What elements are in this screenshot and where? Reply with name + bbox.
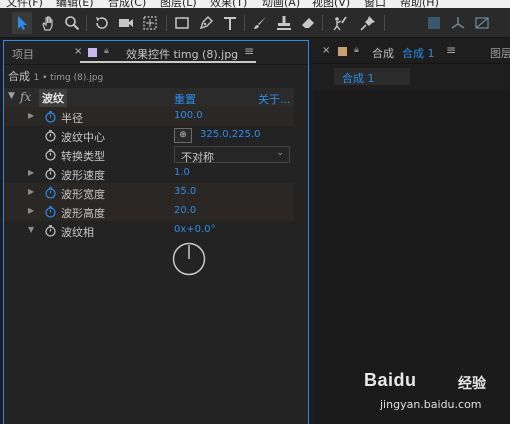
lock-icon[interactable]: 🔒︎	[354, 45, 359, 55]
effects-empty-area	[4, 279, 294, 424]
baidu-watermark: Bai⁠du 经验 jingyan.baidu.com	[360, 368, 510, 418]
menu-edit[interactable]: 编辑(E)	[56, 0, 94, 8]
menu-help[interactable]: 帮助(H)	[400, 0, 439, 8]
watermark-url: jingyan.baidu.com	[380, 398, 482, 411]
breadcrumb-comp: 合成	[8, 70, 30, 83]
toolbar	[0, 8, 510, 38]
expand-arrow-icon[interactable]: ▶	[28, 111, 34, 120]
menu-composition[interactable]: 合成(C)	[108, 0, 146, 8]
expand-arrow-icon[interactable]: ▶	[28, 168, 34, 177]
active-tab-indicator	[80, 61, 256, 63]
rotate-tool-icon[interactable]	[92, 12, 112, 34]
property-row-wave-width: ▶ 波形宽度 35.0	[4, 183, 294, 202]
stopwatch-icon[interactable]	[44, 129, 57, 142]
comp-chip[interactable]: 合成 1	[334, 68, 410, 85]
reset-link[interactable]: 重置	[174, 91, 196, 107]
panel-menu-icon[interactable]: ≡	[446, 43, 456, 57]
breadcrumb-layer: 1 • timg (8).jpg	[33, 73, 104, 83]
property-label: 半径	[61, 112, 83, 125]
property-value[interactable]: 325.0,225.0	[200, 129, 260, 140]
pen-tool-icon[interactable]	[196, 12, 216, 34]
crosshair-icon[interactable]: ⊕	[174, 128, 192, 143]
selection-tool-icon[interactable]	[12, 12, 32, 34]
menu-effect[interactable]: 效果(T)	[210, 0, 247, 8]
select-value: 不对称	[181, 151, 214, 164]
pan-behind-tool-icon[interactable]	[140, 12, 160, 34]
baidu-logo: Bai⁠du	[364, 370, 417, 390]
expand-arrow-icon[interactable]: ▶	[28, 187, 34, 196]
property-label: 波形宽度	[61, 188, 105, 201]
clone-stamp-tool-icon[interactable]	[274, 12, 294, 34]
menu-bar: 文件(F) 编辑(E) 合成(C) 图层(L) 效果(T) 动画(A) 视图(V…	[0, 0, 510, 8]
property-value[interactable]: 35.0	[174, 186, 196, 197]
property-value[interactable]: 100.0	[174, 110, 203, 121]
property-label: 波纹相	[61, 226, 94, 239]
hand-tool-icon[interactable]	[38, 12, 58, 34]
lock-icon[interactable]: 🔒︎	[104, 46, 109, 56]
close-icon[interactable]: ×	[322, 45, 330, 56]
property-value[interactable]: 1.0	[174, 167, 190, 178]
roto-brush-tool-icon[interactable]	[330, 12, 350, 34]
axis-local-icon[interactable]	[424, 12, 444, 34]
tab-effect-controls[interactable]: 效果控件 timg (8).jpg	[126, 46, 238, 62]
watermark-text: 经验	[458, 376, 486, 392]
comp-chip-label: 合成 1	[342, 72, 375, 85]
effect-controls-panel: 项目 × 🔒︎ 效果控件 timg (8).jpg ≡ 合成 1 • timg …	[3, 40, 309, 424]
expand-arrow-icon[interactable]: ▶	[28, 206, 34, 215]
property-value[interactable]: 0x+0.0°	[174, 224, 216, 235]
tab-composition-name[interactable]: 合成 1	[402, 45, 435, 61]
camera-tool-icon[interactable]	[116, 12, 136, 34]
stopwatch-icon[interactable]	[44, 224, 57, 237]
menu-file[interactable]: 文件(F)	[6, 0, 43, 8]
menu-layer[interactable]: 图层(L)	[160, 0, 197, 8]
composition-panel: × 🔒︎ 合成 合成 1 ≡ 图层 合成 1	[312, 40, 510, 424]
text-tool-icon[interactable]	[220, 12, 240, 34]
axis-world-icon[interactable]	[448, 12, 468, 34]
close-icon[interactable]: ×	[74, 46, 82, 57]
stopwatch-icon[interactable]	[44, 186, 57, 199]
property-row-radius: ▶ 半径 100.0	[4, 107, 294, 126]
property-value[interactable]: 20.0	[174, 205, 196, 216]
axis-view-icon[interactable]	[472, 12, 492, 34]
stopwatch-icon[interactable]	[44, 148, 57, 161]
chevron-down-icon: ⌄	[276, 148, 284, 158]
menu-animation[interactable]: 动画(A)	[262, 0, 300, 8]
menu-view[interactable]: 视图(V)	[312, 0, 350, 8]
property-row-ripple-center: 波纹中心 ⊕ 325.0,225.0	[4, 126, 294, 145]
fx-toggle-icon[interactable]: fx	[20, 90, 31, 104]
puppet-pin-tool-icon[interactable]	[358, 12, 378, 34]
layer-color-swatch	[88, 48, 97, 57]
stopwatch-icon[interactable]	[44, 110, 57, 123]
right-panel-tabs: × 🔒︎ 合成 合成 1 ≡ 图层	[312, 40, 510, 64]
expand-arrow-icon[interactable]: ▼	[8, 91, 15, 101]
tab-composition-label[interactable]: 合成	[372, 45, 394, 61]
property-label: 波纹中心	[61, 131, 105, 144]
stopwatch-icon[interactable]	[44, 205, 57, 218]
conversion-type-select[interactable]: 不对称 ⌄	[174, 146, 290, 164]
left-panel-tabs: 项目 × 🔒︎ 效果控件 timg (8).jpg ≡	[4, 41, 308, 65]
effect-name[interactable]: 波纹	[39, 89, 67, 107]
rectangle-tool-icon[interactable]	[172, 12, 192, 34]
effect-header-row: ▼ fx 波纹 重置 关于...	[4, 88, 294, 107]
brush-tool-icon[interactable]	[250, 12, 270, 34]
property-row-conversion-type: 转换类型 不对称 ⌄	[4, 145, 294, 164]
about-link[interactable]: 关于...	[258, 91, 291, 107]
comp-color-swatch	[338, 47, 347, 56]
breadcrumb: 合成 1 • timg (8).jpg	[8, 68, 103, 84]
property-label: 转换类型	[61, 150, 105, 163]
zoom-tool-icon[interactable]	[62, 12, 82, 34]
tab-project[interactable]: 项目	[12, 46, 34, 62]
panel-menu-icon[interactable]: ≡	[244, 44, 254, 58]
menu-window[interactable]: 窗口	[364, 0, 386, 8]
property-label: 波形高度	[61, 207, 105, 220]
property-row-ripple-phase: ▼ 波纹相 0x+0.0°	[4, 221, 294, 240]
expand-arrow-icon[interactable]: ▼	[28, 225, 34, 234]
property-row-wave-height: ▶ 波形高度 20.0	[4, 202, 294, 221]
angle-dial[interactable]	[171, 241, 207, 277]
property-row-wave-speed: ▶ 波形速度 1.0	[4, 164, 294, 183]
property-label: 波形速度	[61, 169, 105, 182]
tab-layer[interactable]: 图层	[490, 45, 510, 61]
eraser-tool-icon[interactable]	[298, 12, 318, 34]
stopwatch-icon[interactable]	[44, 167, 57, 180]
